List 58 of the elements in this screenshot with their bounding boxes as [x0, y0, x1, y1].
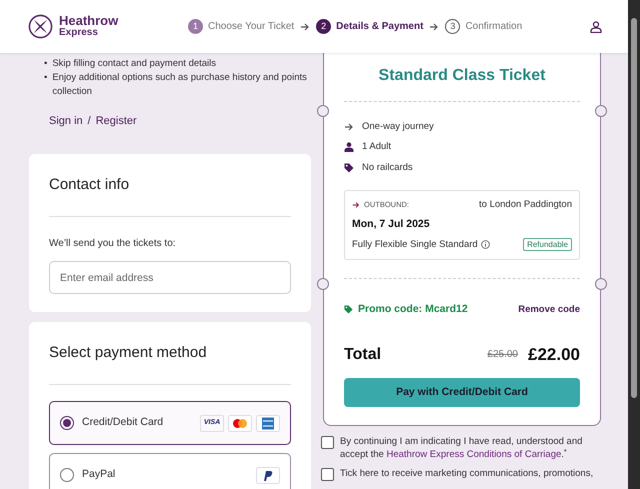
section-title: Select payment method [49, 342, 208, 362]
benefit-text: Skip filling contact and payment details [52, 57, 216, 71]
step-number: 1 [188, 19, 203, 34]
tag-icon [344, 305, 353, 314]
info-icon [480, 240, 490, 250]
step-number: 2 [316, 19, 332, 34]
old-price: £25.00 [487, 348, 518, 362]
user-icon [590, 20, 602, 32]
logo-subtext: Express [59, 26, 99, 38]
logo-text: Heathrow [59, 14, 118, 26]
step-tab[interactable]: Details & Payment [336, 19, 424, 34]
bullet-mark: • [44, 71, 48, 85]
section-title: Contact info [49, 174, 130, 194]
total-label: Total [344, 344, 382, 364]
promo-code-text: Promo code: Mcard12 [358, 302, 469, 317]
arrow-icon [352, 200, 360, 209]
feature-text: 1 Adult [362, 140, 392, 154]
total-price: £22.00 [528, 344, 580, 366]
feature-text: One-way journey [362, 120, 434, 134]
journey-date: Mon, 7 Jul 2025 [352, 217, 431, 232]
remove-code-link[interactable]: Remove code [518, 302, 580, 317]
checkbox[interactable] [321, 436, 334, 450]
consent-text: Tick here to receive marketing communications, promotions, [340, 467, 594, 480]
bullet-mark: • [44, 57, 48, 71]
sign-in-link[interactable]: Sign in [49, 113, 83, 130]
benefit-text: Enjoy additional options such as purchase history and points collection [52, 71, 308, 99]
pay-button[interactable]: Pay with Credit/Debit Card [344, 378, 580, 408]
consent-text: By continuing I am indicating I have read, understood and accept the Heathrow Express Conditions of Carriage.$^{*}$ [340, 435, 584, 462]
conditions-link[interactable]: Heathrow Express Conditions of Carriage [386, 449, 562, 460]
scrollbar[interactable] [628, 0, 640, 489]
tag-icon [344, 162, 354, 173]
step-tab[interactable]: Choose Your Ticket [208, 19, 294, 34]
amex-logo [256, 414, 280, 432]
payment-label: PayPal [82, 467, 116, 482]
step-tab[interactable]: Confirmation [465, 19, 522, 34]
prompt-text: We’ll send you the tickets to: [49, 237, 177, 251]
person-icon [344, 142, 354, 152]
email-field[interactable]: Enter email address [49, 261, 291, 294]
logo[interactable]: Heathrow Express [28, 14, 188, 39]
arrow-icon [300, 22, 310, 32]
radio-button[interactable] [60, 416, 74, 430]
payment-label: Credit/Debit Card [82, 415, 164, 430]
arrow-icon [429, 22, 440, 32]
feature-text: No railcards [362, 160, 413, 174]
logo-icon [28, 14, 53, 39]
arrow-icon [344, 122, 354, 132]
payment-option[interactable]: PayPal [49, 453, 291, 489]
separator-text: / [88, 114, 91, 129]
ticket-title: Standard Class Ticket [378, 66, 546, 86]
checkbox[interactable] [321, 468, 334, 482]
paypal-logo [256, 466, 280, 484]
radio-button[interactable] [60, 468, 74, 482]
refundable-badge: Refundable [523, 238, 572, 252]
fare-text: Fully Flexible Single Standard [352, 238, 478, 252]
register-link[interactable]: Register [96, 113, 137, 130]
destination-text: to London Paddington [479, 198, 572, 212]
mastercard-logo [228, 414, 252, 432]
step-number: 3 [445, 19, 460, 34]
